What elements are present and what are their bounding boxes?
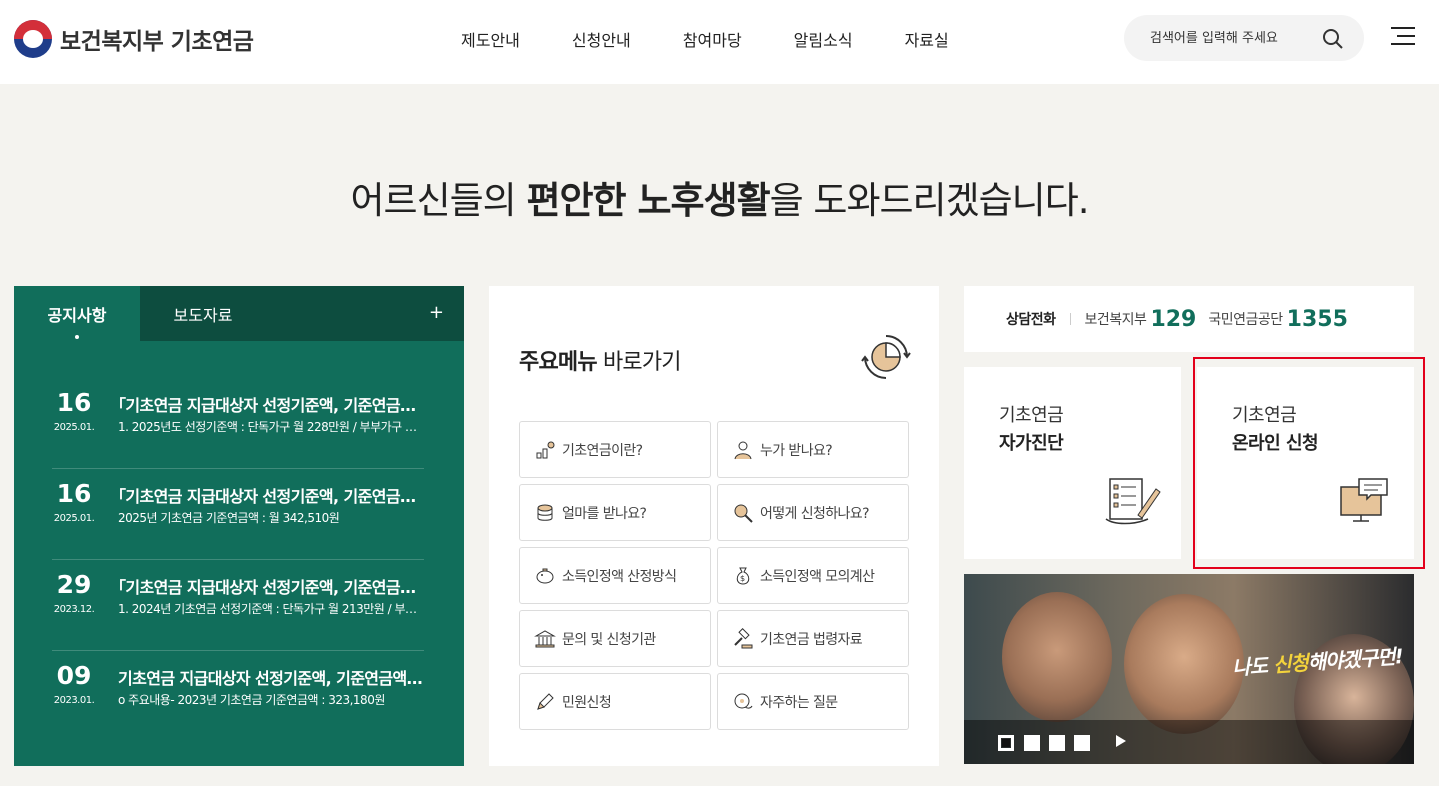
consult-label: 상담전화	[1006, 312, 1056, 328]
taegeuk-logo-icon	[14, 20, 52, 58]
hero-heading: 어르신들의 편안한 노후생활을 도와드리겠습니다.	[350, 179, 1089, 222]
notice-tabs: 공지사항 보도자료 +	[14, 286, 464, 341]
tab-notice[interactable]: 공지사항	[14, 286, 140, 341]
quick-item-faq[interactable]: 자주하는 질문	[717, 673, 909, 730]
self-diagnosis-card[interactable]: 기초연금 자가진단	[964, 367, 1181, 559]
quick-item-law[interactable]: 기초연금 법령자료	[717, 610, 909, 667]
notice-title: 기초연금 지급대상자 선정기준액, 기준연금액 안내	[118, 669, 424, 688]
search-icon[interactable]	[1322, 28, 1344, 50]
notice-title: ｢기초연금 지급대상자 선정기준액, 기준연금액 고시｣	[118, 578, 424, 597]
notice-desc: 2025년 기초연금 기준연금액 : 월 342,510원	[118, 511, 340, 525]
person-icon	[734, 441, 752, 459]
magnifier-won-icon	[734, 504, 753, 523]
quick-item-how[interactable]: 어떻게 신청하나요?	[717, 484, 909, 541]
nav-item-news[interactable]: 알림소식	[794, 27, 853, 51]
search-input[interactable]	[1150, 30, 1310, 46]
notice-desc: 1. 2024년 기초연금 선정기준액 : 단독가구 월 213만원 / 부부가…	[118, 602, 424, 616]
list-item[interactable]: 09 2023.01. 기초연금 지급대상자 선정기준액, 기준연금액 안내 o…	[52, 651, 424, 742]
notice-date: 2025.01.	[53, 513, 95, 524]
banner-dot-2[interactable]	[1024, 735, 1040, 751]
coin-stack-icon	[537, 504, 553, 521]
tab-press[interactable]: 보도자료	[140, 286, 266, 341]
nav-item-system[interactable]: 제도안내	[461, 27, 520, 51]
chat-bubble-icon	[734, 693, 753, 709]
play-icon[interactable]	[1116, 735, 1126, 747]
main-nav: 제도안내 신청안내 참여마당 알림소식 자료실	[461, 27, 1001, 51]
notice-desc: 1. 2025년도 선정기준액 : 단독가구 월 228만원 / 부부가구 월 …	[118, 420, 424, 434]
notice-day: 16	[56, 388, 92, 417]
elder-person-image	[1124, 594, 1244, 734]
piggy-bank-icon	[536, 568, 554, 583]
nav-item-resources[interactable]: 자료실	[905, 27, 949, 51]
list-item[interactable]: 29 2023.12. ｢기초연금 지급대상자 선정기준액, 기준연금액 고시｣…	[52, 560, 424, 651]
notice-date: 2023.12.	[53, 604, 95, 615]
header: 보건복지부 기초연금 제도안내 신청안내 참여마당 알림소식 자료실	[0, 0, 1439, 84]
quick-menu-grid: 기초연금이란? 누가 받나요? 얼마를 받나요? 어떻게 신청하나요? 소득인정…	[519, 421, 909, 730]
notice-desc: o 주요내용- 2023년 기초연금 기준연금액 : 323,180원	[118, 693, 385, 707]
logo-text: 보건복지부 기초연금	[60, 29, 254, 55]
quick-item-amount[interactable]: 얼마를 받나요?	[519, 484, 711, 541]
divider	[1069, 313, 1071, 325]
consult-org-mohw: 보건복지부	[1084, 312, 1147, 328]
quick-item-who[interactable]: 누가 받나요?	[717, 421, 909, 478]
notice-title: ｢기초연금 지급대상자 선정기준액, 기준연금액 변경 안내｣	[118, 487, 424, 506]
gavel-icon	[734, 627, 753, 648]
checklist-pen-icon	[1105, 478, 1161, 525]
notice-title: ｢기초연금 지급대상자 선정기준액, 기준연금액 및 소득인정액 산정방식 고시…	[118, 396, 424, 415]
quick-menu-title: 주요메뉴 바로가기	[519, 350, 682, 375]
more-plus-icon[interactable]: +	[429, 302, 444, 323]
money-bag-icon: $	[736, 567, 750, 585]
quick-item-about[interactable]: 기초연금이란?	[519, 421, 711, 478]
consult-phone-bar: 상담전화 보건복지부 129 국민연금공단 1355	[964, 286, 1414, 352]
quick-item-income-sim[interactable]: $ 소득인정액 모의계산	[717, 547, 909, 604]
institution-building-icon	[534, 629, 556, 647]
quick-item-petition[interactable]: 민원신청	[519, 673, 711, 730]
card-label: 기초연금	[999, 405, 1064, 426]
notice-list: 16 2025.01. ｢기초연금 지급대상자 선정기준액, 기준연금액 및 소…	[52, 378, 424, 742]
notice-panel: 공지사항 보도자료 + 16 2025.01. ｢기초연금 지급대상자 선정기준…	[14, 286, 464, 766]
pencil-write-icon	[537, 692, 554, 710]
banner-dot-1[interactable]	[998, 735, 1014, 751]
site-logo[interactable]: 보건복지부 기초연금	[14, 20, 254, 58]
quick-menu-panel: 주요메뉴 바로가기 기초연금이란? 누가 받나요? 얼마를 받나요? 어떻게 신…	[489, 286, 939, 766]
notice-day: 29	[56, 570, 92, 599]
quick-item-contact[interactable]: 문의 및 신청기관	[519, 610, 711, 667]
list-item[interactable]: 16 2025.01. ｢기초연금 지급대상자 선정기준액, 기준연금액 및 소…	[52, 378, 424, 469]
notice-day: 09	[56, 661, 92, 690]
coins-growth-icon	[536, 441, 555, 458]
nav-item-apply[interactable]: 신청안내	[572, 27, 631, 51]
notice-date: 2023.01.	[53, 695, 95, 706]
consult-org-nps: 국민연금공단	[1208, 312, 1283, 328]
selection-highlight-box	[1193, 357, 1425, 569]
quick-item-income-method[interactable]: 소득인정액 산정방식	[519, 547, 711, 604]
banner-dot-4[interactable]	[1074, 735, 1090, 751]
search-box	[1124, 15, 1364, 61]
notice-date: 2025.01.	[53, 422, 95, 433]
elder-person-image	[1002, 592, 1112, 722]
notice-day: 16	[56, 479, 92, 508]
banner-dot-3[interactable]	[1049, 735, 1065, 751]
svg-text:$: $	[740, 574, 745, 583]
list-item[interactable]: 16 2025.01. ｢기초연금 지급대상자 선정기준액, 기준연금액 변경 …	[52, 469, 424, 560]
consult-number-nps[interactable]: 1355	[1287, 307, 1348, 332]
pie-chart-cycle-icon	[861, 335, 911, 379]
consult-number-mohw[interactable]: 129	[1150, 307, 1196, 332]
hamburger-menu-icon[interactable]	[1391, 27, 1415, 47]
card-title: 자가진단	[999, 433, 1064, 454]
nav-item-participation[interactable]: 참여마당	[683, 27, 742, 51]
